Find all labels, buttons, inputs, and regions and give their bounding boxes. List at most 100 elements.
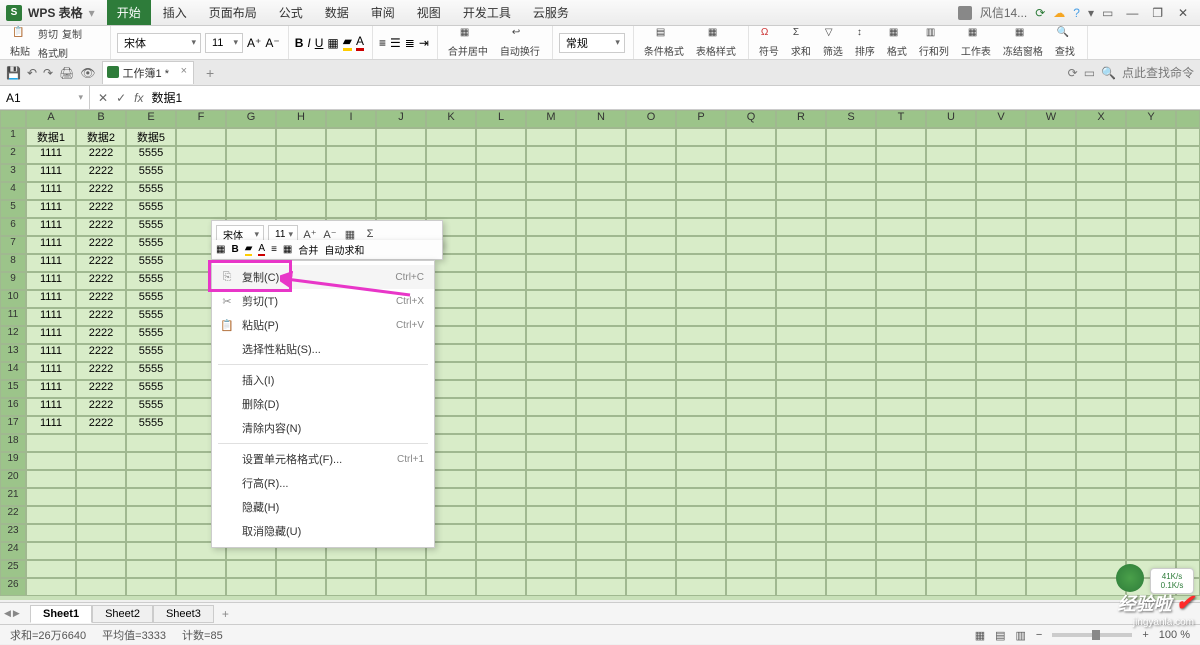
col-header-M[interactable]: M: [526, 110, 576, 128]
zoom-value[interactable]: 100 %: [1159, 629, 1190, 641]
cell-E16[interactable]: 5555: [126, 398, 176, 416]
row-col-button[interactable]: ▥行和列: [915, 27, 953, 58]
cell-R23[interactable]: [776, 524, 826, 542]
cell-N16[interactable]: [576, 398, 626, 416]
cell-S21[interactable]: [826, 488, 876, 506]
cell-N20[interactable]: [576, 470, 626, 488]
cell-T4[interactable]: [876, 182, 926, 200]
cell-Y19[interactable]: [1126, 452, 1176, 470]
cell-Y5[interactable]: [1126, 200, 1176, 218]
ctx-复制(C)[interactable]: ⎘复制(C)Ctrl+C: [212, 265, 434, 289]
cell-Q13[interactable]: [726, 344, 776, 362]
cell-M18[interactable]: [526, 434, 576, 452]
cell-T5[interactable]: [876, 200, 926, 218]
row-header-16[interactable]: 16: [0, 398, 26, 416]
cell-Q20[interactable]: [726, 470, 776, 488]
cell-Y17[interactable]: [1126, 416, 1176, 434]
ctx-插入(I)[interactable]: 插入(I): [212, 368, 434, 392]
cell-W12[interactable]: [1026, 326, 1076, 344]
cell-T20[interactable]: [876, 470, 926, 488]
cell-V5[interactable]: [976, 200, 1026, 218]
cell-Q10[interactable]: [726, 290, 776, 308]
cell-O1[interactable]: [626, 128, 676, 146]
col-header-X[interactable]: X: [1076, 110, 1126, 128]
cell-G25[interactable]: [226, 560, 276, 578]
cell-S1[interactable]: [826, 128, 876, 146]
view-break-button[interactable]: ▥: [1016, 629, 1026, 642]
cell-J2[interactable]: [376, 146, 426, 164]
cell-O16[interactable]: [626, 398, 676, 416]
sort-button[interactable]: ↕排序: [851, 27, 879, 58]
cell-X14[interactable]: [1076, 362, 1126, 380]
col-header-F[interactable]: F: [176, 110, 226, 128]
col-header-R[interactable]: R: [776, 110, 826, 128]
redo-button[interactable]: ↷: [43, 66, 53, 80]
cell-M11[interactable]: [526, 308, 576, 326]
close-tab-button[interactable]: ×: [181, 65, 187, 77]
cell-W21[interactable]: [1026, 488, 1076, 506]
cell-N7[interactable]: [576, 236, 626, 254]
cell-R25[interactable]: [776, 560, 826, 578]
cell-E21[interactable]: [126, 488, 176, 506]
cell-E1[interactable]: 数据5: [126, 128, 176, 146]
ctx-设置单元格格式(F)...[interactable]: 设置单元格格式(F)...Ctrl+1: [212, 447, 434, 471]
cell-O18[interactable]: [626, 434, 676, 452]
cell-A17[interactable]: 1111: [26, 416, 76, 434]
table-style-button[interactable]: ▦表格样式: [692, 27, 740, 58]
ctx-选择性粘贴(S)...[interactable]: 选择性粘贴(S)...: [212, 337, 434, 361]
cell-A16[interactable]: 1111: [26, 398, 76, 416]
cell-H5[interactable]: [276, 200, 326, 218]
cell-P19[interactable]: [676, 452, 726, 470]
cell-U23[interactable]: [926, 524, 976, 542]
cell-U2[interactable]: [926, 146, 976, 164]
fill-color-button[interactable]: ▰: [343, 34, 352, 51]
cell-K5[interactable]: [426, 200, 476, 218]
col-header-K[interactable]: K: [426, 110, 476, 128]
cell-S2[interactable]: [826, 146, 876, 164]
cell-F5[interactable]: [176, 200, 226, 218]
cell-X6[interactable]: [1076, 218, 1126, 236]
row-header-24[interactable]: 24: [0, 542, 26, 560]
cell-N2[interactable]: [576, 146, 626, 164]
cell-T25[interactable]: [876, 560, 926, 578]
cell-O3[interactable]: [626, 164, 676, 182]
cell-Y24[interactable]: [1126, 542, 1176, 560]
cell-P13[interactable]: [676, 344, 726, 362]
cell-O26[interactable]: [626, 578, 676, 596]
cell-V13[interactable]: [976, 344, 1026, 362]
row-header-21[interactable]: 21: [0, 488, 26, 506]
cell-L23[interactable]: [476, 524, 526, 542]
cell-O9[interactable]: [626, 272, 676, 290]
cell-Q26[interactable]: [726, 578, 776, 596]
sheet-tab-Sheet2[interactable]: Sheet2: [92, 605, 153, 623]
cell-N21[interactable]: [576, 488, 626, 506]
col-header-E[interactable]: E: [126, 110, 176, 128]
cell-N10[interactable]: [576, 290, 626, 308]
cell-P22[interactable]: [676, 506, 726, 524]
cell-B8[interactable]: 2222: [76, 254, 126, 272]
cell-T13[interactable]: [876, 344, 926, 362]
cell-Q4[interactable]: [726, 182, 776, 200]
cell-L16[interactable]: [476, 398, 526, 416]
cell-U26[interactable]: [926, 578, 976, 596]
cell-Q21[interactable]: [726, 488, 776, 506]
floating-badge[interactable]: [1116, 564, 1144, 592]
cell-N4[interactable]: [576, 182, 626, 200]
cell-M17[interactable]: [526, 416, 576, 434]
cell-K1[interactable]: [426, 128, 476, 146]
cell-E19[interactable]: [126, 452, 176, 470]
cell-W20[interactable]: [1026, 470, 1076, 488]
cell-R26[interactable]: [776, 578, 826, 596]
cell-T23[interactable]: [876, 524, 926, 542]
cell-K2[interactable]: [426, 146, 476, 164]
cell-B6[interactable]: 2222: [76, 218, 126, 236]
mini-border-button[interactable]: ▦: [216, 244, 225, 255]
col-header-I[interactable]: I: [326, 110, 376, 128]
cell-B7[interactable]: 2222: [76, 236, 126, 254]
restore-button[interactable]: ❐: [1147, 6, 1169, 20]
cell-Y13[interactable]: [1126, 344, 1176, 362]
cell-O12[interactable]: [626, 326, 676, 344]
cell-S9[interactable]: [826, 272, 876, 290]
cell-T10[interactable]: [876, 290, 926, 308]
refresh-icon[interactable]: ⟳: [1068, 66, 1078, 80]
